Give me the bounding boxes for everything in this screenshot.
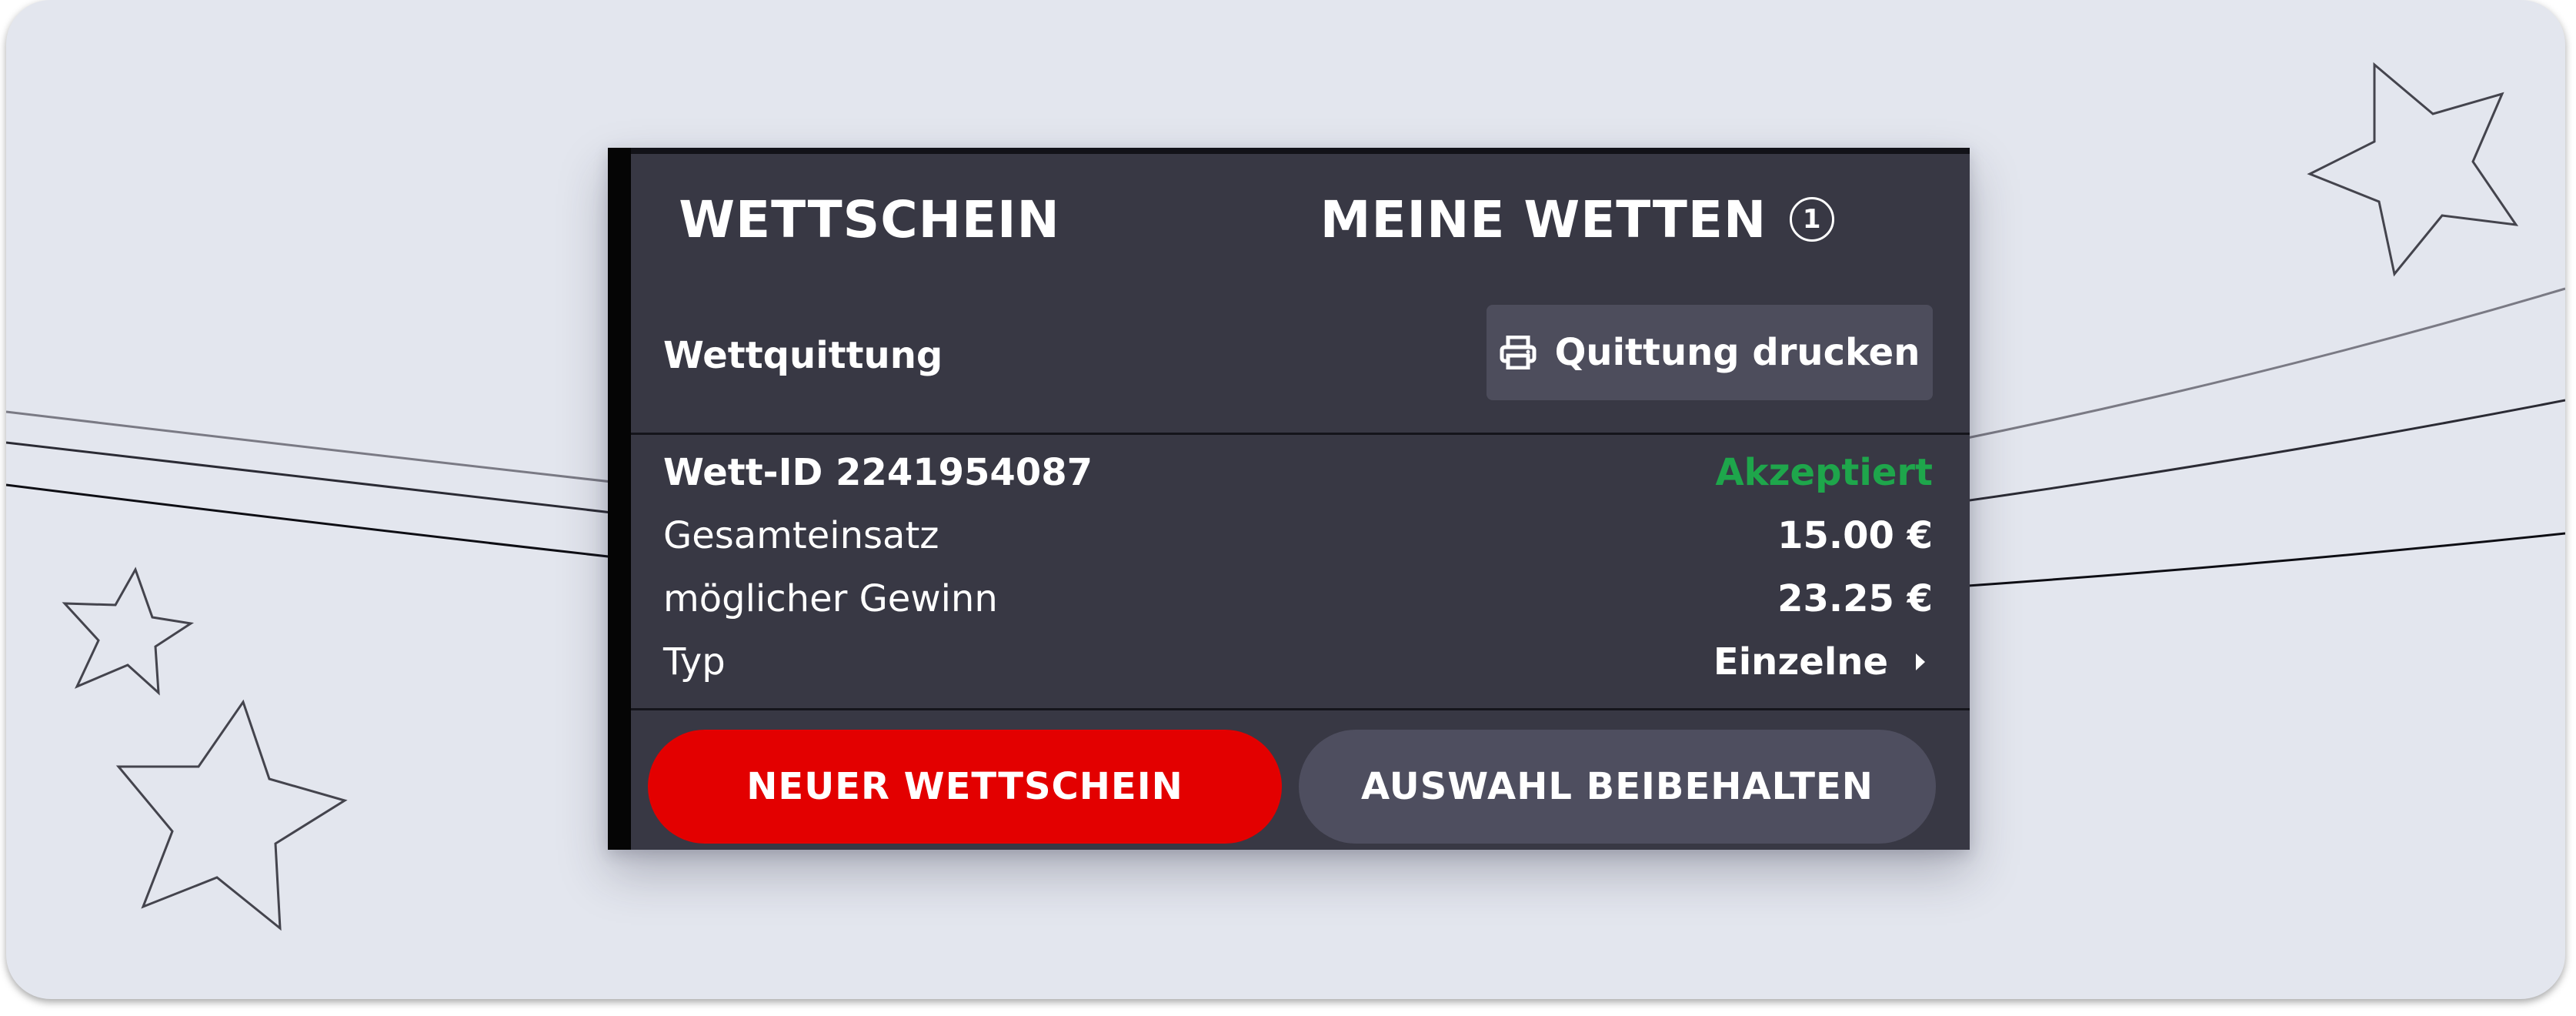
keep-selection-button[interactable]: AUSWAHL BEIBEHALTEN (1299, 730, 1936, 844)
divider (631, 433, 1970, 435)
type-label: Typ (663, 640, 726, 683)
stake-label: Gesamteinsatz (663, 514, 939, 557)
keep-selection-label: AUSWAHL BEIBEHALTEN (1361, 765, 1874, 808)
stake-value: 15.00 € (1777, 514, 1933, 557)
star-icon (115, 699, 348, 931)
receipt-title: Wettquittung (663, 334, 943, 377)
type-selector[interactable]: Einzelne (1713, 640, 1933, 683)
divider (631, 708, 1970, 710)
new-betslip-label: NEUER WETTSCHEIN (746, 765, 1183, 808)
print-receipt-button[interactable]: Quittung drucken (1487, 305, 1933, 400)
bet-id: Wett-ID 2241954087 (663, 451, 1093, 494)
printer-icon (1500, 336, 1537, 369)
type-value: Einzelne (1713, 640, 1888, 683)
new-betslip-button[interactable]: NEUER WETTSCHEIN (648, 730, 1282, 844)
my-bets-count-badge: 1 (1790, 197, 1835, 242)
illustration-canvas: WETTSCHEIN MEINE WETTEN 1 Wettquittung Q… (6, 0, 2565, 999)
star-icon (2307, 62, 2519, 277)
betslip-panel: WETTSCHEIN MEINE WETTEN 1 Wettquittung Q… (631, 148, 1970, 850)
type-row: Typ Einzelne (663, 637, 1933, 687)
bet-status-badge: Akzeptiert (1715, 451, 1934, 494)
tab-betslip[interactable]: WETTSCHEIN (679, 177, 1059, 262)
bet-id-row: Wett-ID 2241954087 Akzeptiert (663, 448, 1933, 497)
print-receipt-label: Quittung drucken (1554, 331, 1920, 374)
tab-my-bets-label: MEINE WETTEN (1320, 189, 1767, 249)
winnings-label: möglicher Gewinn (663, 577, 998, 620)
winnings-value: 23.25 € (1777, 577, 1933, 620)
stake-row: Gesamteinsatz 15.00 € (663, 511, 1933, 560)
tab-betslip-label: WETTSCHEIN (679, 189, 1060, 249)
winnings-row: möglicher Gewinn 23.25 € (663, 574, 1933, 623)
tab-my-bets[interactable]: MEINE WETTEN 1 (1308, 177, 1847, 262)
widget-edge (608, 148, 631, 850)
betslip-widget: WETTSCHEIN MEINE WETTEN 1 Wettquittung Q… (608, 148, 1970, 850)
star-icon (62, 566, 195, 696)
caret-right-icon (1916, 653, 1925, 670)
